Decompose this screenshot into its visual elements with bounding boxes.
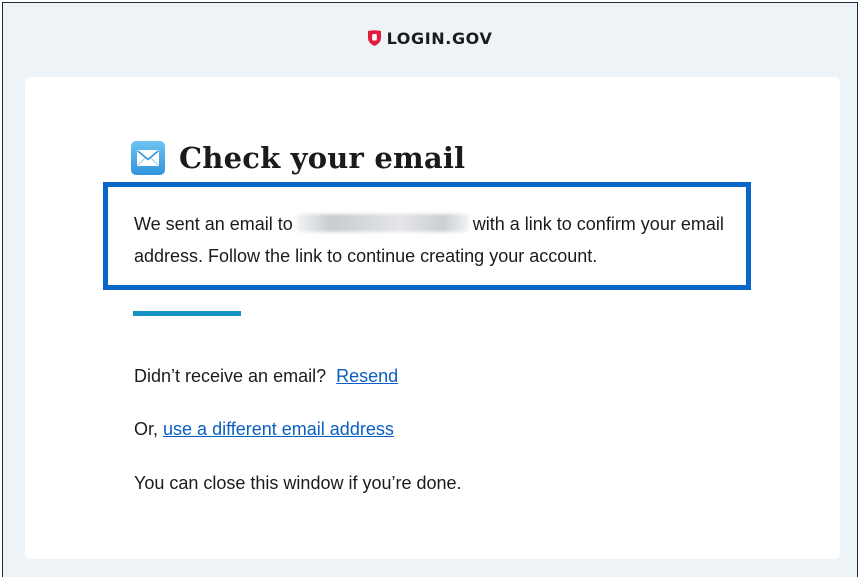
- envelope-icon: [131, 141, 165, 175]
- alternate-email-row: Or, use a different email address: [134, 419, 394, 440]
- different-email-link[interactable]: use a different email address: [163, 419, 394, 439]
- shield-icon: [367, 30, 381, 46]
- resend-row: Didn’t receive an email? Resend: [134, 366, 398, 387]
- page-heading: Check your email: [179, 141, 466, 175]
- page-title: Check your email: [131, 138, 465, 178]
- resend-prompt: Didn’t receive an email?: [134, 366, 327, 386]
- close-window-text: You can close this window if you’re done…: [134, 473, 462, 493]
- redacted-email-address: [296, 214, 469, 232]
- accent-divider: [133, 311, 241, 316]
- brand-name: LOGIN.GOV: [386, 28, 493, 48]
- resend-link[interactable]: Resend: [336, 366, 398, 386]
- login-gov-logo[interactable]: LOGIN.GOV: [3, 27, 857, 49]
- alternate-prefix: Or,: [134, 419, 159, 439]
- confirmation-message: We sent an email to with a link to confir…: [134, 208, 744, 272]
- message-text-start: We sent an email to: [134, 214, 293, 234]
